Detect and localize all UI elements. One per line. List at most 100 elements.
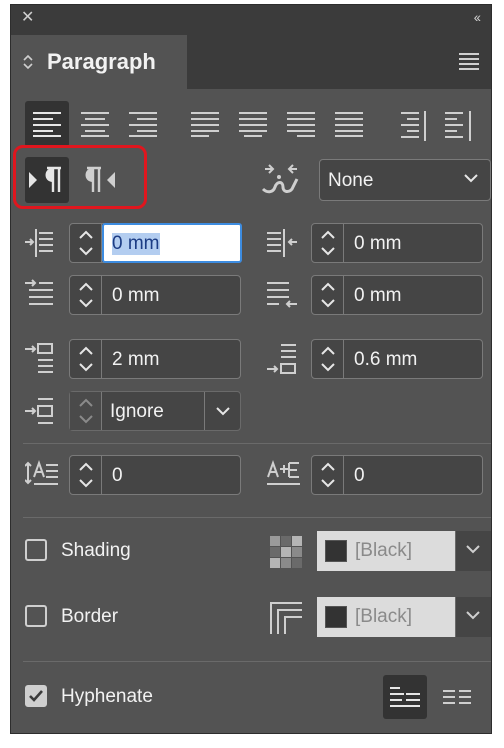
single-line-composer-button[interactable]	[383, 675, 427, 719]
left-indent-icon	[25, 229, 53, 257]
chevron-down-icon	[466, 611, 480, 620]
border-label: Border	[61, 606, 119, 627]
justify-right-button[interactable]	[279, 101, 323, 147]
stepper-arrows-icon	[79, 346, 93, 372]
border-checkbox[interactable]	[25, 605, 47, 627]
align-right-icon	[129, 112, 157, 137]
paragraph-panel: ✕ ‹‹ Paragraph None 0 mm 0 mm 0 mm 0 mm …	[10, 4, 492, 734]
align-to-grid-value: Ignore	[110, 401, 164, 422]
stepper-arrows-icon	[79, 230, 93, 256]
paragraph-border-icon	[270, 602, 302, 634]
paragraph-composer-button[interactable]	[435, 675, 479, 719]
align-to-grid-stepper	[70, 392, 102, 430]
space-after-icon	[267, 344, 296, 374]
ltr-paragraph-icon	[29, 166, 61, 192]
right-to-left-button[interactable]	[77, 157, 121, 203]
stepper-arrows-icon	[79, 462, 93, 488]
left-indent-field[interactable]: 0 mm	[69, 223, 242, 263]
stepper-arrows-icon	[321, 282, 335, 308]
last-line-indent-field[interactable]: 0 mm	[311, 275, 483, 315]
stepper-arrows-icon	[321, 230, 335, 256]
border-swatch-field[interactable]: [Black]	[317, 597, 455, 637]
space-after-stepper[interactable]	[312, 340, 344, 378]
shading-label: Shading	[61, 540, 131, 561]
sort-chevrons-icon	[23, 54, 33, 70]
panel-titlebar: ✕ ‹‹	[11, 5, 491, 31]
single-line-composer-icon	[390, 687, 420, 707]
justify-center-button[interactable]	[231, 101, 275, 147]
hyphenate-label: Hyphenate	[61, 686, 153, 707]
justify-left-icon	[191, 112, 219, 137]
justify-all-icon	[335, 112, 363, 137]
drop-cap-lines-stepper[interactable]	[70, 456, 102, 494]
shading-checkbox[interactable]	[25, 539, 47, 561]
align-right-button[interactable]	[121, 101, 165, 147]
stepper-arrows-icon	[321, 462, 335, 488]
align-center-button[interactable]	[73, 101, 117, 147]
align-center-icon	[81, 112, 109, 137]
align-left-button[interactable]	[25, 101, 69, 147]
justify-left-button[interactable]	[183, 101, 227, 147]
paragraph-composer-icon	[443, 690, 471, 704]
drop-cap-lines-icon	[25, 460, 58, 485]
align-to-grid-icon	[25, 398, 53, 424]
chevron-down-icon	[464, 174, 478, 183]
shading-swatch-name: [Black]	[355, 540, 413, 561]
divider	[23, 517, 491, 518]
first-line-indent-field[interactable]: 0 mm	[69, 275, 241, 315]
shading-color-swatch	[325, 540, 347, 562]
align-towards-spine-button[interactable]	[391, 101, 435, 147]
first-line-indent-icon	[25, 279, 53, 305]
rtl-paragraph-icon	[85, 166, 115, 192]
stepper-arrows-icon	[79, 398, 93, 424]
checkmark-icon	[29, 690, 43, 702]
collapse-icon[interactable]: ‹‹	[474, 8, 481, 26]
stepper-arrows-icon	[321, 346, 335, 372]
first-line-indent-value: 0 mm	[112, 285, 160, 306]
border-color-swatch	[325, 606, 347, 628]
align-to-grid-dropdown-button[interactable]	[204, 392, 241, 430]
close-icon[interactable]: ✕	[21, 9, 34, 27]
drop-cap-characters-value: 0	[354, 465, 365, 486]
space-before-icon	[25, 343, 53, 373]
chevron-down-icon	[216, 407, 230, 416]
tab-title: Paragraph	[47, 49, 156, 74]
panel-menu-icon[interactable]	[459, 53, 479, 73]
space-before-stepper[interactable]	[70, 340, 102, 378]
left-to-right-button[interactable]	[25, 157, 69, 203]
right-indent-value: 0 mm	[354, 233, 402, 254]
left-indent-stepper[interactable]	[70, 224, 102, 262]
drop-cap-lines-value: 0	[112, 465, 123, 486]
chevron-down-icon	[466, 545, 480, 554]
first-line-indent-stepper[interactable]	[70, 276, 102, 314]
tab-paragraph[interactable]: Paragraph	[11, 35, 187, 89]
justify-all-button[interactable]	[327, 101, 371, 147]
script-dropdown[interactable]: None	[319, 159, 491, 201]
border-swatch-dropdown[interactable]	[455, 597, 491, 637]
drop-cap-lines-field[interactable]: 0	[69, 455, 241, 495]
last-line-indent-icon	[267, 282, 297, 308]
tab-bar: Paragraph	[11, 31, 491, 89]
align-left-icon	[33, 112, 61, 137]
drop-cap-characters-stepper[interactable]	[312, 456, 344, 494]
shading-swatch-dropdown[interactable]	[455, 531, 491, 571]
drop-cap-characters-field[interactable]: 0	[311, 455, 483, 495]
last-line-indent-value: 0 mm	[354, 285, 402, 306]
space-before-value: 2 mm	[112, 349, 160, 370]
right-indent-stepper[interactable]	[312, 224, 344, 262]
divider	[23, 443, 491, 444]
space-before-field[interactable]: 2 mm	[69, 339, 241, 379]
justify-right-icon	[287, 112, 315, 137]
right-indent-field[interactable]: 0 mm	[311, 223, 483, 263]
align-to-grid-field[interactable]: Ignore	[69, 391, 241, 431]
align-away-from-spine-button[interactable]	[437, 101, 481, 147]
last-line-indent-stepper[interactable]	[312, 276, 344, 314]
hyphenate-checkbox[interactable]	[25, 685, 47, 707]
space-after-field[interactable]: 0.6 mm	[311, 339, 483, 379]
space-after-value: 0.6 mm	[354, 349, 418, 370]
script-dropdown-value: None	[328, 170, 374, 191]
shading-grid-icon	[270, 536, 302, 568]
border-swatch-name: [Black]	[355, 606, 413, 627]
shading-swatch-field[interactable]: [Black]	[317, 531, 455, 571]
left-indent-input[interactable]: 0 mm	[102, 223, 242, 263]
